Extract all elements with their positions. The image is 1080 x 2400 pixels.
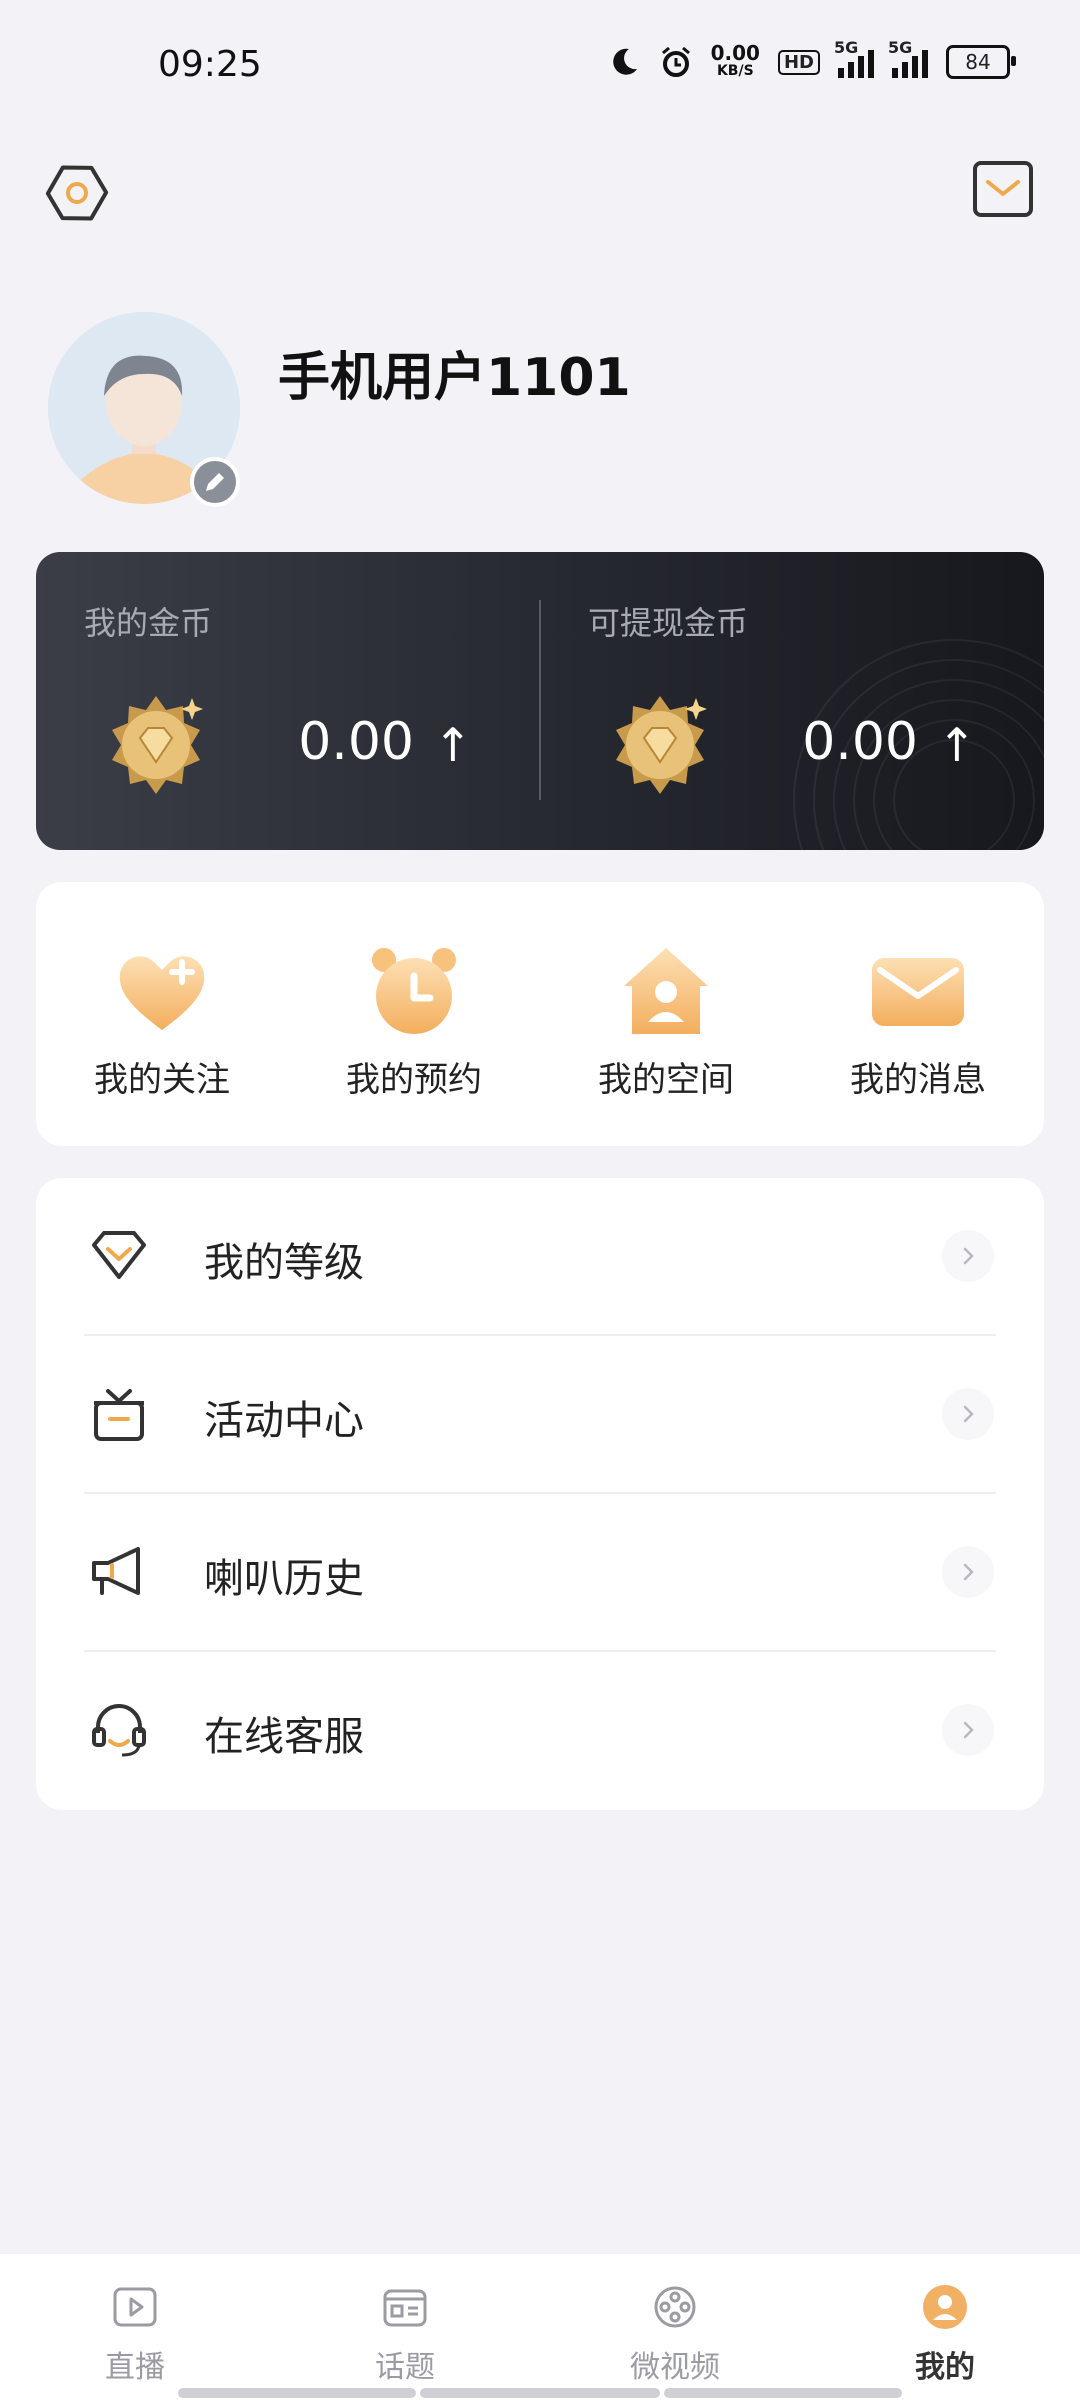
nav-label: 微视频 — [630, 2350, 720, 2385]
coin-card: 我的金币 0.00 ↑ 可提现金币 0.00 ↑ — [36, 552, 1044, 850]
arrow-up-icon: ↑ — [433, 718, 472, 772]
signal-icon: 5G — [834, 38, 874, 78]
arrow-up-icon: ↑ — [937, 718, 976, 772]
nav-topics[interactable]: 话题 — [270, 2254, 540, 2400]
moon-icon — [612, 48, 637, 75]
menu-item-level[interactable]: 我的等级 — [36, 1178, 1044, 1336]
status-bar: 09:25 0.00 KB/S HD 5G 5G 84 — [0, 0, 1080, 130]
diamond-icon — [92, 1231, 146, 1279]
quick-action-label: 我的关注 — [94, 1060, 230, 1100]
chevron-right-icon — [942, 1546, 994, 1598]
nav-label: 我的 — [915, 2350, 975, 2385]
gold-badge-icon — [112, 696, 203, 794]
signal-icon-2: 5G — [888, 38, 928, 78]
quick-action-label: 我的预约 — [346, 1060, 482, 1100]
nav-micro-video[interactable]: 微视频 — [540, 2254, 810, 2400]
alarm-icon — [661, 46, 690, 77]
nav-label: 直播 — [105, 2350, 165, 2385]
menu-item-label: 喇叭历史 — [204, 1556, 364, 1602]
status-time: 09:25 — [158, 44, 262, 85]
username[interactable]: 手机用户1101 — [278, 335, 631, 410]
my-coins-value: 0.00 — [298, 712, 414, 772]
pencil-icon — [206, 473, 224, 491]
my-coins-label: 我的金币 — [84, 604, 213, 642]
quick-action-reservation[interactable]: 我的预约 — [288, 882, 540, 1146]
quick-action-space[interactable]: 我的空间 — [540, 882, 792, 1146]
menu-item-label: 在线客服 — [204, 1714, 364, 1760]
nav-me[interactable]: 我的 — [810, 2254, 1080, 2400]
chevron-right-icon — [942, 1388, 994, 1440]
withdrawable-coins-section[interactable]: 可提现金币 0.00 ↑ — [540, 552, 1044, 850]
withdrawable-coins-label: 可提现金币 — [588, 604, 749, 642]
network-speed-unit: KB/S — [716, 63, 754, 79]
menu-list: 我的等级 活动中心 喇叭历史 在线客服 — [36, 1178, 1044, 1810]
menu-item-label: 活动中心 — [204, 1398, 364, 1444]
withdrawable-coins-value: 0.00 — [802, 712, 918, 772]
headset-icon — [92, 1704, 146, 1757]
home-indicator-segment — [420, 2388, 660, 2398]
quick-action-follow[interactable]: 我的关注 — [36, 882, 288, 1146]
menu-item-activity[interactable]: 活动中心 — [36, 1336, 1044, 1494]
edit-avatar-button[interactable] — [190, 457, 240, 507]
quick-action-messages[interactable]: 我的消息 — [792, 882, 1044, 1146]
signal-1-label: 5G — [834, 38, 859, 57]
quick-action-label: 我的消息 — [850, 1060, 986, 1100]
topic-icon — [383, 2289, 427, 2327]
battery-level: 84 — [965, 50, 991, 74]
hd-badge: HD — [777, 49, 820, 75]
nav-live[interactable]: 直播 — [0, 2254, 270, 2400]
chevron-right-icon — [942, 1704, 994, 1756]
settings-hexagon-icon[interactable] — [44, 160, 110, 226]
network-speed-value: 0.00 — [710, 41, 760, 65]
home-indicator[interactable] — [178, 2388, 416, 2398]
signal-2-label: 5G — [888, 38, 913, 57]
chevron-right-icon — [942, 1230, 994, 1282]
quick-action-label: 我的空间 — [598, 1060, 734, 1100]
menu-item-horn-history[interactable]: 喇叭历史 — [36, 1494, 1044, 1652]
gift-icon — [94, 1389, 144, 1441]
home-user-icon — [624, 948, 708, 1034]
heart-plus-icon — [119, 956, 205, 1030]
user-icon — [923, 2285, 967, 2329]
film-reel-icon — [654, 2286, 696, 2328]
alarm-clock-icon — [372, 948, 456, 1034]
envelope-icon — [872, 958, 964, 1026]
bottom-navigation: 直播 话题 微视频 我的 — [0, 2254, 1080, 2400]
home-indicator-segment — [664, 2388, 902, 2398]
battery-icon: 84 — [946, 45, 1016, 79]
status-icons: 0.00 KB/S HD 5G 5G 84 — [607, 38, 1016, 80]
menu-item-customer-service[interactable]: 在线客服 — [36, 1652, 1044, 1810]
network-speed: 0.00 KB/S — [710, 41, 760, 80]
megaphone-icon — [92, 1547, 140, 1595]
gold-badge-icon — [616, 696, 707, 794]
menu-item-label: 我的等级 — [204, 1240, 364, 1286]
my-coins-section[interactable]: 我的金币 0.00 ↑ — [36, 552, 540, 850]
play-icon — [113, 2287, 157, 2327]
message-box-icon[interactable] — [972, 160, 1034, 218]
quick-actions: 我的关注 我的预约 我的空间 我的消息 — [36, 882, 1044, 1146]
nav-label: 话题 — [375, 2350, 435, 2385]
